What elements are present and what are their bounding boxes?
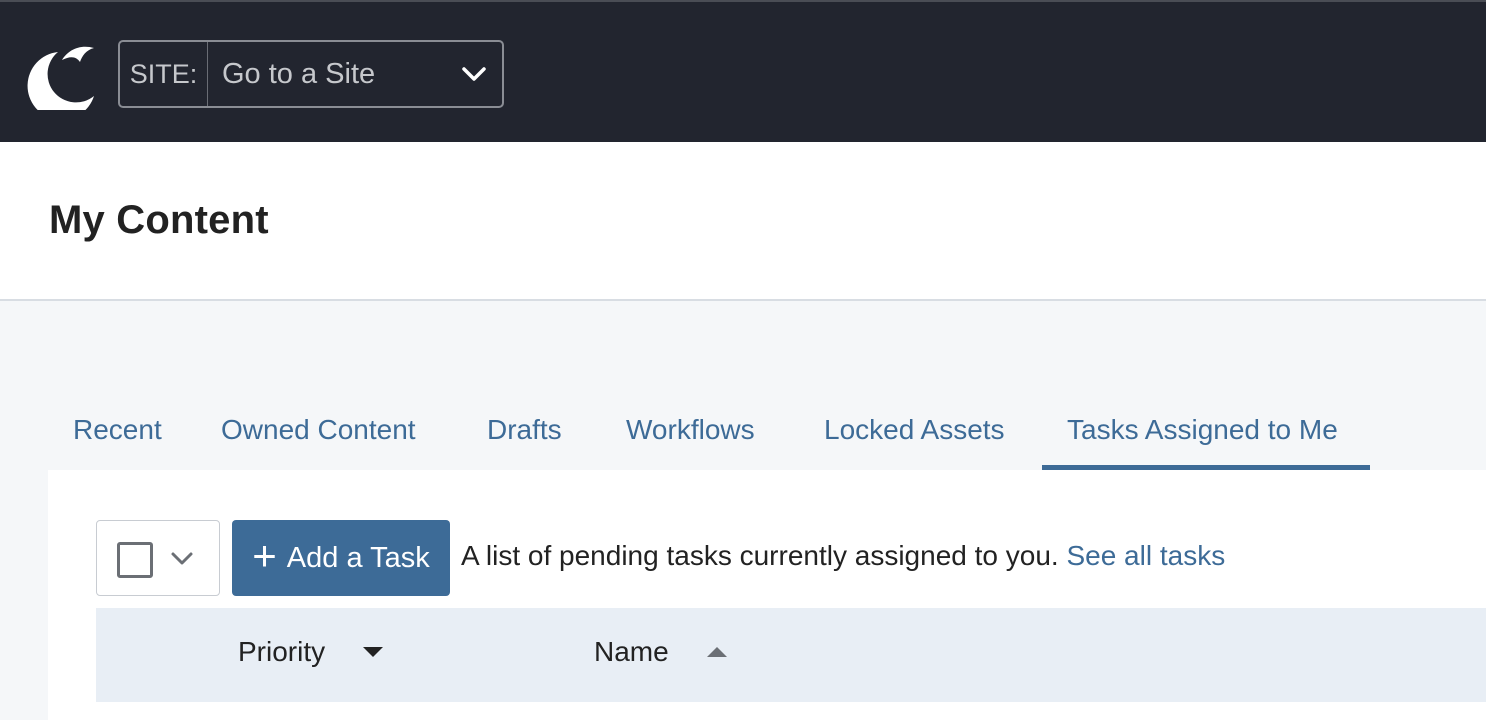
crescent-bird-logo-icon[interactable]	[24, 38, 98, 120]
column-label: Name	[594, 636, 669, 667]
chevron-down-icon[interactable]	[167, 543, 197, 573]
column-header-name[interactable]: Name	[594, 636, 727, 668]
tab-drafts[interactable]: Drafts	[487, 400, 562, 472]
tab-workflows[interactable]: Workflows	[626, 400, 755, 472]
chevron-down-icon	[446, 42, 502, 106]
column-header-priority[interactable]: Priority	[238, 636, 384, 668]
add-task-label: Add a Task	[286, 541, 430, 574]
site-label: SITE:	[120, 42, 208, 106]
see-all-tasks-link[interactable]: See all tasks	[1066, 540, 1225, 571]
description-text: A list of pending tasks currently assign…	[461, 540, 1059, 571]
tab-owned-content[interactable]: Owned Content	[221, 400, 416, 472]
tab-recent[interactable]: Recent	[73, 400, 162, 472]
tab-locked-assets[interactable]: Locked Assets	[824, 400, 1005, 472]
column-label: Priority	[238, 636, 326, 667]
add-task-button[interactable]: + Add a Task	[232, 520, 450, 596]
table-header: Priority Name	[96, 608, 1486, 702]
tab-tasks-assigned-to-me[interactable]: Tasks Assigned to Me	[1042, 400, 1370, 472]
checkbox-icon[interactable]	[117, 542, 153, 578]
caret-up-icon[interactable]	[706, 647, 727, 657]
plus-icon: +	[252, 532, 277, 579]
site-selector[interactable]: SITE: Go to a Site	[118, 40, 504, 108]
site-value: Go to a Site	[222, 57, 376, 90]
tasks-panel: + Add a Task A list of pending tasks cur…	[48, 470, 1486, 720]
page-header: My Content	[0, 142, 1486, 301]
tasks-description: A list of pending tasks currently assign…	[461, 540, 1225, 572]
page-title: My Content	[49, 198, 269, 242]
bulk-select-dropdown[interactable]	[96, 520, 220, 596]
caret-down-icon[interactable]	[363, 647, 384, 657]
top-navigation-bar: SITE: Go to a Site	[0, 0, 1486, 142]
